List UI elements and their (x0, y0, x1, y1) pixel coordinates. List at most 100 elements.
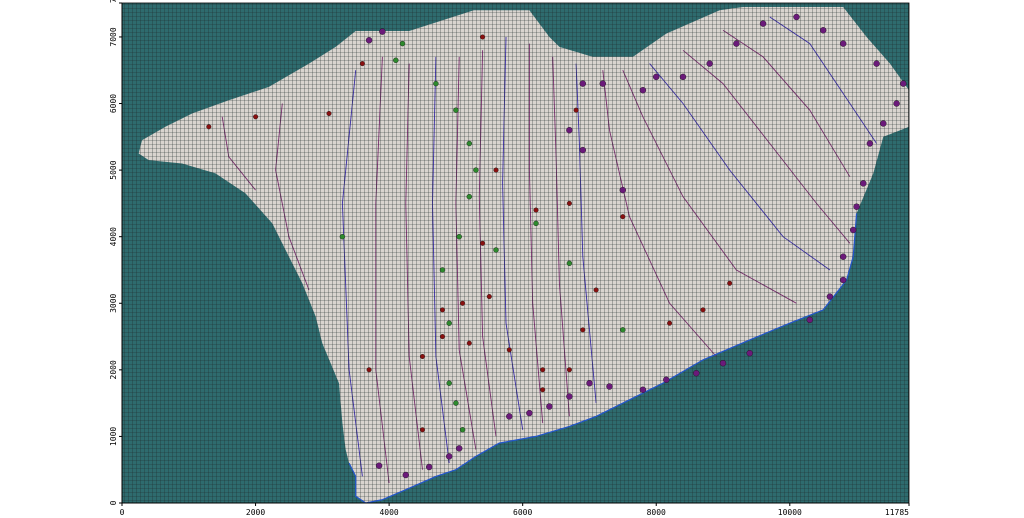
well-marker-red[interactable] (533, 207, 539, 213)
x-tick-label: 4000 (379, 508, 398, 517)
well-marker-purple[interactable] (840, 253, 847, 260)
well-marker-red[interactable] (366, 367, 372, 373)
map-viewport: 0 2000 4000 6000 8000 10000 11785 0 1000 2000 300… (0, 0, 1024, 518)
well-marker-purple[interactable] (606, 383, 613, 390)
well-marker-purple[interactable] (840, 40, 847, 47)
well-marker-red[interactable] (593, 287, 599, 293)
well-marker-red[interactable] (480, 34, 486, 40)
well-marker-red[interactable] (440, 334, 446, 340)
well-marker-red[interactable] (466, 340, 472, 346)
well-marker-purple[interactable] (566, 393, 573, 400)
well-marker-red[interactable] (460, 300, 466, 306)
y-tick-label: 2000 (109, 360, 118, 379)
well-marker-purple[interactable] (853, 203, 860, 210)
well-marker-green[interactable] (339, 233, 346, 240)
well-marker-purple[interactable] (860, 180, 867, 187)
well-marker-red[interactable] (620, 214, 626, 220)
y-tick-label: 1000 (109, 427, 118, 446)
well-marker-purple[interactable] (639, 86, 647, 94)
well-marker-purple[interactable] (840, 276, 847, 284)
well-marker-red[interactable] (359, 61, 365, 67)
well-marker-purple[interactable] (546, 403, 553, 410)
well-marker-purple[interactable] (579, 80, 586, 87)
well-marker-purple[interactable] (880, 120, 887, 127)
well-marker-purple[interactable] (619, 186, 626, 194)
well-marker-green[interactable] (466, 140, 472, 147)
well-marker-purple[interactable] (733, 40, 740, 47)
well-marker-purple[interactable] (599, 80, 606, 87)
y-tick-label: 0 (109, 500, 118, 505)
well-marker-green[interactable] (399, 40, 406, 47)
well-marker-purple[interactable] (456, 445, 463, 452)
well-marker-green[interactable] (533, 220, 539, 227)
well-marker-red[interactable] (700, 307, 706, 313)
well-marker-purple[interactable] (653, 73, 660, 81)
well-marker-purple[interactable] (679, 73, 687, 81)
well-marker-purple[interactable] (375, 462, 383, 469)
y-tick-label: 5000 (109, 160, 118, 179)
well-marker-green[interactable] (456, 233, 462, 240)
well-marker-red[interactable] (506, 347, 512, 353)
well-marker-purple[interactable] (506, 413, 513, 420)
well-marker-purple[interactable] (426, 463, 433, 471)
groundwater-model-map[interactable]: 0 2000 4000 6000 8000 10000 11785 0 1000 2000 300… (0, 0, 1024, 518)
well-marker-purple[interactable] (706, 60, 713, 67)
well-marker-red[interactable] (580, 327, 586, 333)
well-marker-green[interactable] (453, 400, 459, 406)
well-marker-purple[interactable] (402, 471, 409, 479)
well-marker-green[interactable] (466, 193, 472, 200)
well-marker-green[interactable] (459, 427, 466, 433)
well-marker-purple[interactable] (806, 316, 813, 324)
well-marker-red[interactable] (566, 200, 572, 206)
well-marker-red[interactable] (253, 114, 259, 120)
well-marker-green[interactable] (446, 320, 452, 326)
well-marker-purple[interactable] (365, 37, 373, 44)
well-marker-purple[interactable] (873, 60, 880, 67)
well-marker-purple[interactable] (759, 20, 767, 27)
well-marker-green[interactable] (433, 80, 439, 87)
well-marker-purple[interactable] (663, 376, 670, 383)
well-marker-purple[interactable] (793, 13, 800, 21)
well-marker-purple[interactable] (566, 126, 573, 134)
well-marker-green[interactable] (566, 260, 573, 266)
well-marker-purple[interactable] (866, 140, 874, 147)
well-marker-green[interactable] (446, 380, 452, 386)
well-marker-purple[interactable] (693, 370, 700, 377)
well-marker-red[interactable] (420, 427, 426, 433)
well-marker-green[interactable] (473, 167, 479, 173)
well-marker-red[interactable] (667, 320, 673, 326)
model-grid (122, 3, 909, 503)
well-marker-green[interactable] (620, 327, 626, 333)
well-marker-red[interactable] (540, 367, 546, 373)
well-marker-purple[interactable] (900, 80, 907, 87)
well-marker-green[interactable] (453, 107, 459, 113)
well-marker-red[interactable] (206, 124, 212, 130)
well-marker-purple[interactable] (719, 360, 727, 367)
well-marker-purple[interactable] (639, 386, 647, 393)
well-marker-red[interactable] (486, 294, 492, 300)
well-marker-purple[interactable] (893, 100, 900, 107)
well-marker-red[interactable] (566, 367, 572, 373)
well-marker-purple[interactable] (446, 453, 453, 460)
y-tick-label: 3000 (109, 293, 118, 312)
well-marker-green[interactable] (393, 57, 399, 63)
well-marker-red[interactable] (727, 280, 733, 286)
well-marker-green[interactable] (439, 267, 446, 273)
well-marker-purple[interactable] (820, 27, 827, 34)
well-marker-red[interactable] (573, 107, 579, 113)
well-marker-purple[interactable] (826, 293, 834, 300)
well-marker-red[interactable] (480, 240, 486, 246)
well-marker-red[interactable] (493, 167, 499, 173)
well-marker-green[interactable] (493, 247, 499, 253)
well-marker-purple[interactable] (850, 226, 857, 234)
well-marker-purple[interactable] (579, 146, 586, 154)
well-marker-purple[interactable] (379, 28, 386, 35)
well-marker-red[interactable] (326, 110, 332, 116)
y-axis-ticks: 0 1000 2000 3000 4000 5000 6000 7000 7510 (109, 0, 122, 505)
well-marker-purple[interactable] (526, 409, 533, 417)
well-marker-red[interactable] (440, 307, 446, 313)
well-marker-purple[interactable] (586, 380, 593, 387)
well-marker-red[interactable] (540, 387, 546, 393)
well-marker-purple[interactable] (746, 350, 753, 357)
well-marker-red[interactable] (420, 354, 426, 360)
